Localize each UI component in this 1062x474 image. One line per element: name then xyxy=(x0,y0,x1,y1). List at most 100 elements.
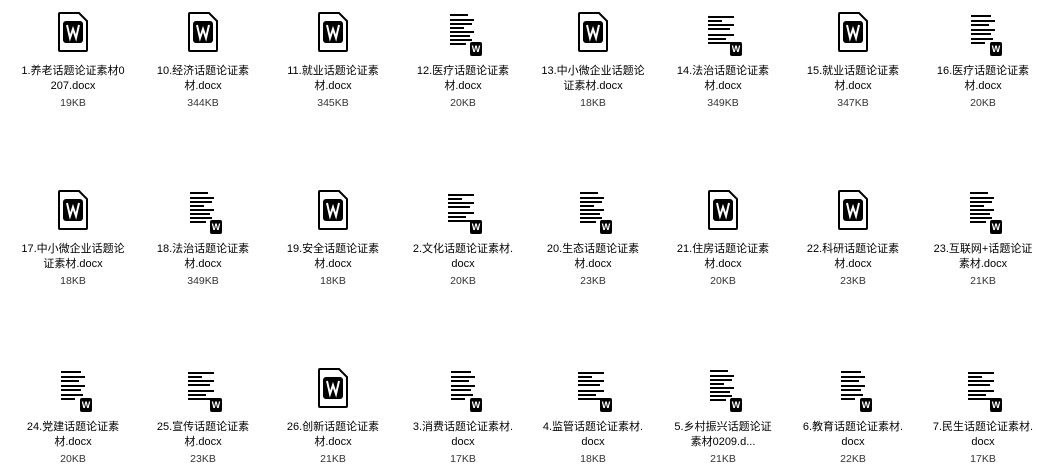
file-size: 22KB xyxy=(840,453,866,465)
file-item[interactable]: 22.科研话题论证素材.docx 23KB xyxy=(790,178,916,356)
file-size: 20KB xyxy=(450,275,476,287)
word-thumbnail-icon: W xyxy=(52,366,94,414)
file-name: 14.法治话题论证素材.docx xyxy=(676,65,770,92)
file-grid: 1.养老话题论证素材0207.docx 19KB 10.经济话题论证素材.docx 3… xyxy=(0,0,1062,474)
word-thumbnail-icon: W xyxy=(182,188,224,236)
file-size: 19KB xyxy=(60,97,86,109)
file-name: 20.生态话题论证素材.docx xyxy=(546,243,640,270)
file-name: 5.乡村振兴话题论证素材0209.d... xyxy=(674,421,772,448)
word-badge-icon: W xyxy=(990,42,1002,56)
file-name: 22.科研话题论证素材.docx xyxy=(806,243,900,270)
file-item[interactable]: 21.住房话题论证素材.docx 20KB xyxy=(660,178,786,356)
word-thumbnail-icon: W xyxy=(702,366,744,414)
word-thumbnail-icon: W xyxy=(702,10,744,58)
file-name: 4.监管话题论证素材.docx xyxy=(542,421,644,448)
file-size: 21KB xyxy=(970,275,996,287)
file-item[interactable]: W 6.教育话题论证素材.docx 22KB xyxy=(790,356,916,474)
word-thumbnail-icon: W xyxy=(442,10,484,58)
file-name: 23.互联网+话题论证素材.docx xyxy=(933,243,1033,270)
file-size: 23KB xyxy=(840,275,866,287)
file-name: 6.教育话题论证素材.docx xyxy=(802,421,904,448)
file-item[interactable]: W 2.文化话题论证素材.docx 20KB xyxy=(400,178,526,356)
word-badge-icon: W xyxy=(210,220,222,234)
file-item[interactable]: 10.经济话题论证素材.docx 344KB xyxy=(140,0,266,178)
file-name: 19.安全话题论证素材.docx xyxy=(286,243,380,270)
file-item[interactable]: W 16.医疗话题论证素材.docx 20KB xyxy=(920,0,1046,178)
file-item[interactable]: 17.中小微企业话题论证素材.docx 18KB xyxy=(10,178,136,356)
file-item[interactable]: 13.中小微企业话题论证素材.docx 18KB xyxy=(530,0,656,178)
file-name: 26.创新话题论证素材.docx xyxy=(286,421,380,448)
file-item[interactable]: 1.养老话题论证素材0207.docx 19KB xyxy=(10,0,136,178)
file-item[interactable]: W 20.生态话题论证素材.docx 23KB xyxy=(530,178,656,356)
file-name: 10.经济话题论证素材.docx xyxy=(156,65,250,92)
file-name: 1.养老话题论证素材0207.docx xyxy=(21,65,125,92)
file-item[interactable]: 26.创新话题论证素材.docx 21KB xyxy=(270,356,396,474)
word-thumbnail-icon: W xyxy=(182,366,224,414)
word-thumbnail-icon: W xyxy=(962,366,1004,414)
file-size: 20KB xyxy=(710,275,736,287)
file-size: 20KB xyxy=(450,97,476,109)
file-item[interactable]: W 24.党建话题论证素材.docx 20KB xyxy=(10,356,136,474)
word-badge-icon: W xyxy=(990,398,1002,412)
file-item[interactable]: W 5.乡村振兴话题论证素材0209.d... 21KB xyxy=(660,356,786,474)
wps-doc-icon xyxy=(52,10,94,58)
file-item[interactable]: 15.就业话题论证素材.docx 347KB xyxy=(790,0,916,178)
file-size: 18KB xyxy=(580,97,606,109)
file-item[interactable]: W 14.法治话题论证素材.docx 349KB xyxy=(660,0,786,178)
file-item[interactable]: W 7.民生话题论证素材.docx 17KB xyxy=(920,356,1046,474)
file-item[interactable]: W 18.法治话题论证素材.docx 349KB xyxy=(140,178,266,356)
word-badge-icon: W xyxy=(730,398,742,412)
word-thumbnail-icon: W xyxy=(962,10,1004,58)
file-size: 21KB xyxy=(320,453,346,465)
file-name: 16.医疗话题论证素材.docx xyxy=(936,65,1030,92)
wps-doc-icon xyxy=(832,188,874,236)
file-name: 21.住房话题论证素材.docx xyxy=(676,243,770,270)
file-name: 7.民生话题论证素材.docx xyxy=(932,421,1034,448)
file-size: 23KB xyxy=(580,275,606,287)
wps-doc-icon xyxy=(52,188,94,236)
file-name: 17.中小微企业话题论证素材.docx xyxy=(21,243,125,270)
file-size: 345KB xyxy=(317,97,349,109)
file-size: 20KB xyxy=(60,453,86,465)
file-item[interactable]: W 4.监管话题论证素材.docx 18KB xyxy=(530,356,656,474)
word-badge-icon: W xyxy=(470,220,482,234)
wps-doc-icon xyxy=(702,188,744,236)
file-name: 12.医疗话题论证素材.docx xyxy=(416,65,510,92)
file-name: 3.消费话题论证素材.docx xyxy=(412,421,514,448)
file-size: 18KB xyxy=(320,275,346,287)
file-size: 18KB xyxy=(60,275,86,287)
file-size: 18KB xyxy=(580,453,606,465)
word-thumbnail-icon: W xyxy=(572,188,614,236)
word-badge-icon: W xyxy=(80,398,92,412)
file-item[interactable]: 11.就业话题论证素材.docx 345KB xyxy=(270,0,396,178)
word-badge-icon: W xyxy=(210,398,222,412)
file-item[interactable]: W 23.互联网+话题论证素材.docx 21KB xyxy=(920,178,1046,356)
file-size: 349KB xyxy=(187,275,219,287)
file-size: 347KB xyxy=(837,97,869,109)
file-item[interactable]: W 3.消费话题论证素材.docx 17KB xyxy=(400,356,526,474)
word-thumbnail-icon: W xyxy=(962,188,1004,236)
file-size: 23KB xyxy=(190,453,216,465)
file-name: 2.文化话题论证素材.docx xyxy=(412,243,514,270)
file-name: 15.就业话题论证素材.docx xyxy=(806,65,900,92)
file-item[interactable]: W 25.宣传话题论证素材.docx 23KB xyxy=(140,356,266,474)
wps-doc-icon xyxy=(312,10,354,58)
file-name: 13.中小微企业话题论证素材.docx xyxy=(541,65,645,92)
file-name: 11.就业话题论证素材.docx xyxy=(287,65,379,92)
wps-doc-icon xyxy=(832,10,874,58)
word-thumbnail-icon: W xyxy=(442,188,484,236)
file-size: 344KB xyxy=(187,97,219,109)
word-badge-icon: W xyxy=(600,398,612,412)
wps-doc-icon xyxy=(572,10,614,58)
file-item[interactable]: W 12.医疗话题论证素材.docx 20KB xyxy=(400,0,526,178)
file-item[interactable]: 19.安全话题论证素材.docx 18KB xyxy=(270,178,396,356)
word-badge-icon: W xyxy=(470,398,482,412)
file-name: 18.法治话题论证素材.docx xyxy=(156,243,250,270)
word-thumbnail-icon: W xyxy=(832,366,874,414)
wps-doc-icon xyxy=(312,366,354,414)
word-thumbnail-icon: W xyxy=(442,366,484,414)
file-name: 25.宣传话题论证素材.docx xyxy=(156,421,250,448)
file-size: 17KB xyxy=(970,453,996,465)
wps-doc-icon xyxy=(312,188,354,236)
wps-doc-icon xyxy=(182,10,224,58)
